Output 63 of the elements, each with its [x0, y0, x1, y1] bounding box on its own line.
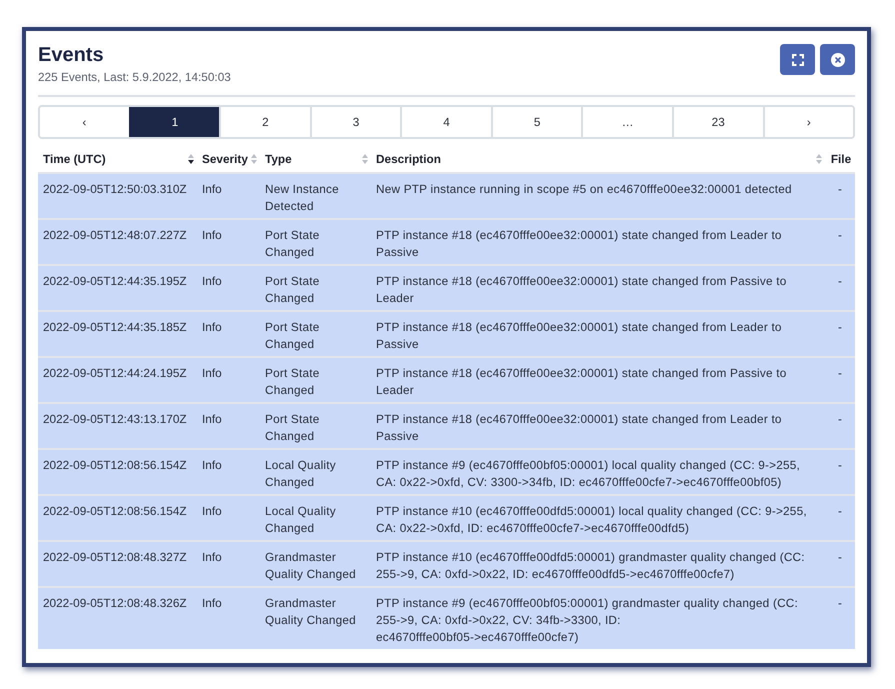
table-cell: PTP instance #9 (ec4670fffe00bf05:00001) local quality changed (CC: 9->255, CA: 0x22->0xfd, CV: 3300->34fb, ID: ec4670fffe00cfe7->ec4670fffe00bf05): [371, 448, 825, 494]
column-header[interactable]: File: [825, 147, 855, 172]
table-cell: -: [825, 402, 855, 448]
table-cell: -: [825, 540, 855, 586]
table-cell: -: [825, 494, 855, 540]
table-cell: Local Quality Changed: [260, 494, 371, 540]
table-cell: Info: [197, 172, 260, 218]
table-cell: PTP instance #10 (ec4670fffe00dfd5:00001) local quality changed (CC: 9->255, CA: 0x22->0xfd, ID: ec4670fffe00cfe7->ec4670fffe00dfd5): [371, 494, 825, 540]
table-cell: Port State Changed: [260, 264, 371, 310]
table-cell: PTP instance #18 (ec4670fffe00ee32:00001) state changed from Leader to Passive: [371, 310, 825, 356]
fullscreen-icon: [792, 54, 804, 66]
fullscreen-button[interactable]: [780, 44, 815, 75]
table-cell: PTP instance #18 (ec4670fffe00ee32:00001) state changed from Passive to Leader: [371, 264, 825, 310]
table-cell: PTP instance #9 (ec4670fffe00bf05:00001) grandmaster quality changed (CC: 255->9, CA: 0xfd->0x22, CV: 34fb->3300, ID: ec4670fffe00bf05->ec4670fffe00cfe7): [371, 586, 825, 649]
table-cell: -: [825, 448, 855, 494]
table-cell: Info: [197, 218, 260, 264]
close-button[interactable]: [820, 44, 855, 75]
table-cell: Port State Changed: [260, 402, 371, 448]
table-cell: Info: [197, 402, 260, 448]
table-cell: -: [825, 356, 855, 402]
table-cell: PTP instance #10 (ec4670fffe00dfd5:00001) grandmaster quality changed (CC: 255->9, CA: 0xfd->0x22, ID: ec4670fffe00dfd5->ec4670fffe00cfe7): [371, 540, 825, 586]
table-cell: 2022-09-05T12:48:07.227Z: [38, 218, 197, 264]
table-cell: 2022-09-05T12:08:56.154Z: [38, 494, 197, 540]
table-cell: -: [825, 172, 855, 218]
table-cell: 2022-09-05T12:08:56.154Z: [38, 448, 197, 494]
table-cell: Port State Changed: [260, 310, 371, 356]
table-cell: Port State Changed: [260, 218, 371, 264]
table-cell: PTP instance #18 (ec4670fffe00ee32:00001) state changed from Leader to Passive: [371, 218, 825, 264]
dialog-title: Events: [38, 43, 105, 67]
table-cell: 2022-09-05T12:44:24.195Z: [38, 356, 197, 402]
table-cell: -: [825, 218, 855, 264]
close-icon: [830, 52, 844, 66]
column-header[interactable]: Time (UTC): [38, 147, 197, 172]
column-header[interactable]: Type: [260, 147, 371, 172]
table-cell: Port State Changed: [260, 356, 371, 402]
event-summary: 225 Events, Last: 5.9.2022, 14:50:03: [38, 69, 231, 85]
table-cell: New PTP instance running in scope #5 on ec4670fffe00ee32:00001 detected: [371, 172, 825, 218]
page-button[interactable]: ›: [762, 107, 853, 137]
table-cell: 2022-09-05T12:08:48.327Z: [38, 540, 197, 586]
table-cell: 2022-09-05T12:08:48.326Z: [38, 586, 197, 649]
table-cell: Info: [197, 494, 260, 540]
table-cell: Info: [197, 448, 260, 494]
table-cell: 2022-09-05T12:50:03.310Z: [38, 172, 197, 218]
table-cell: PTP instance #18 (ec4670fffe00ee32:00001) state changed from Leader to Passive: [371, 402, 825, 448]
table-cell: 2022-09-05T12:44:35.185Z: [38, 310, 197, 356]
table-cell: Info: [197, 540, 260, 586]
table-cell: 2022-09-05T12:43:13.170Z: [38, 402, 197, 448]
table-cell: -: [825, 586, 855, 649]
column-header[interactable]: Severity: [197, 147, 260, 172]
table-cell: Grandmaster Quality Changed: [260, 540, 371, 586]
table-cell: Info: [197, 356, 260, 402]
table-cell: Grandmaster Quality Changed: [260, 586, 371, 649]
column-header[interactable]: Description: [371, 147, 825, 172]
table-cell: Info: [197, 310, 260, 356]
table-cell: -: [825, 310, 855, 356]
page-button[interactable]: 1: [128, 107, 220, 137]
table-cell: Info: [197, 586, 260, 649]
table-cell: -: [825, 264, 855, 310]
table-cell: Info: [197, 264, 260, 310]
table-cell: Local Quality Changed: [260, 448, 371, 494]
table-cell: New Instance Detected: [260, 172, 371, 218]
table-cell: PTP instance #18 (ec4670fffe00ee32:00001) state changed from Passive to Leader: [371, 356, 825, 402]
table-cell: 2022-09-05T12:44:35.195Z: [38, 264, 197, 310]
